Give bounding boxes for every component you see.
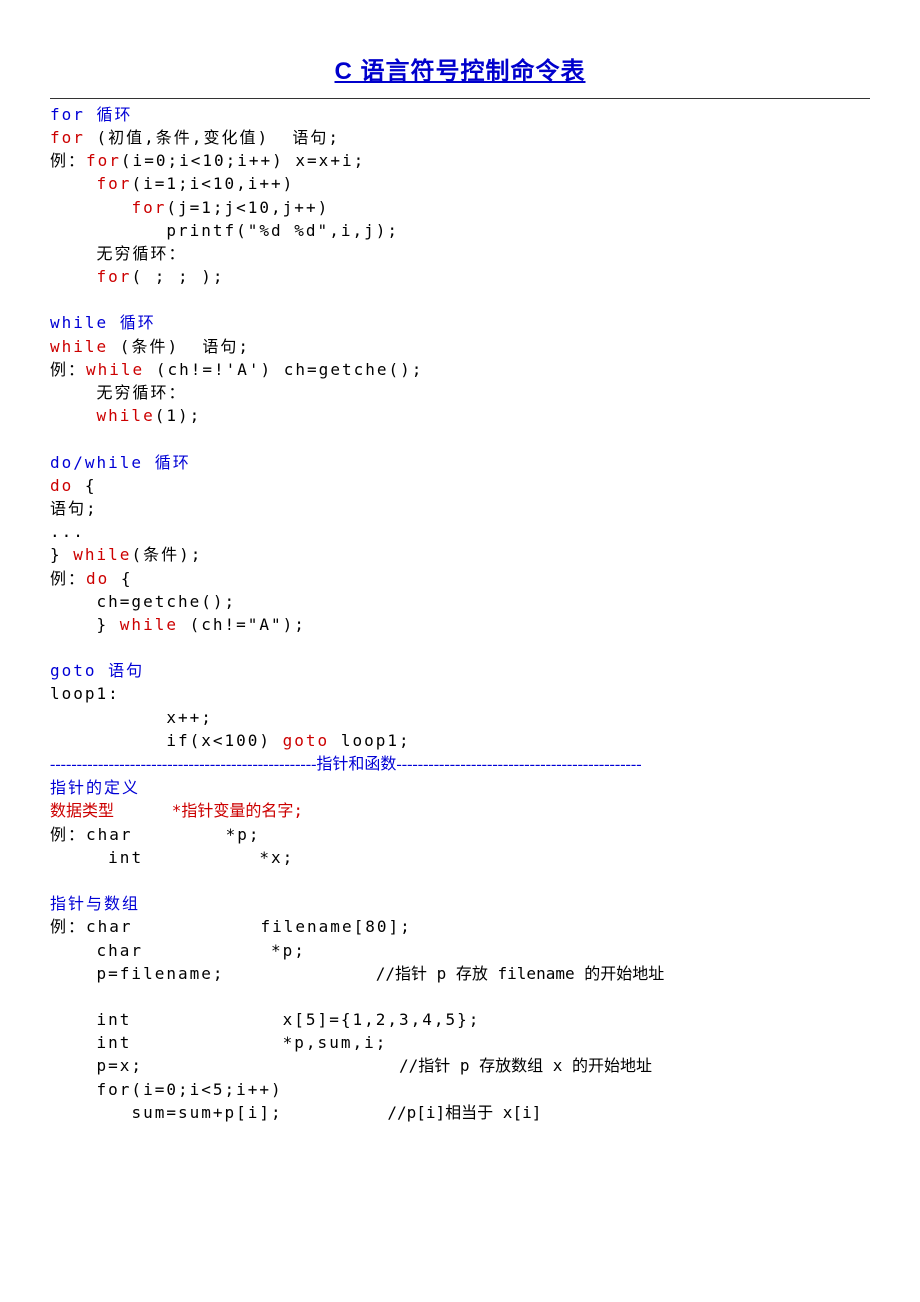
ptrarr-l2: char *p; bbox=[97, 941, 306, 960]
for-ex1-rest: (i=0;i<10;i++) x=x+i; bbox=[121, 151, 365, 170]
for-ex4: printf("%d %d",i,j); bbox=[166, 221, 399, 240]
ptrarr-l8c: //p[i]相当于 x[i] bbox=[387, 1103, 541, 1122]
do-ex-do: do bbox=[86, 569, 109, 588]
while-ex1-kw: while bbox=[86, 360, 144, 379]
ptrarr-l5: int *p,sum,i; bbox=[97, 1033, 388, 1052]
for-inf-label: 无穷循环： bbox=[97, 244, 187, 263]
for-rest: (初值,条件,变化值) 语句; bbox=[85, 128, 340, 147]
do-ex-while: while bbox=[120, 615, 178, 634]
goto-l1: loop1: bbox=[50, 684, 120, 703]
ptrdef-syntax: 数据类型 *指针变量的名字; bbox=[50, 801, 303, 820]
while-inf-rest: (1); bbox=[155, 406, 202, 425]
for-ex3-kw: for bbox=[131, 198, 166, 217]
while-inf-label: 无穷循环： bbox=[97, 383, 187, 402]
goto-kw: goto bbox=[283, 731, 330, 750]
for-kw: for bbox=[50, 128, 85, 147]
while-rest: (条件) 语句; bbox=[108, 337, 250, 356]
ptrarr-l8a: sum=sum+p[i]; bbox=[131, 1103, 282, 1122]
ptrarr-ex-label: 例： bbox=[50, 917, 86, 936]
do-ex-label: 例： bbox=[50, 569, 86, 588]
for-ex1-kw: for bbox=[86, 151, 121, 170]
while-ex1-rest: (ch!=!'A') ch=getche(); bbox=[144, 360, 423, 379]
while-heading: while 循环 bbox=[50, 313, 156, 332]
do-brace: { bbox=[73, 476, 96, 495]
dowhile-heading: do/while 循环 bbox=[50, 453, 191, 472]
do-kw: do bbox=[50, 476, 73, 495]
ptrarr-heading: 指针与数组 bbox=[50, 894, 140, 913]
for-inf-kw: for bbox=[97, 267, 132, 286]
for-inf-rest: ( ; ; ); bbox=[131, 267, 224, 286]
for-ex2-kw: for bbox=[97, 174, 132, 193]
do-ex-cond: (ch!="A"); bbox=[178, 615, 306, 634]
ptrdef-ex2: int *x; bbox=[108, 848, 294, 867]
do-ex-brace: { bbox=[109, 569, 132, 588]
ptrarr-l6a: p=x; bbox=[97, 1056, 144, 1075]
divider-label: 指针和函数 bbox=[316, 756, 396, 773]
do-cond: (条件); bbox=[131, 545, 202, 564]
do-ex-close: } bbox=[97, 615, 120, 634]
document-body: for 循环 for (初值,条件,变化值) 语句; 例：for(i=0;i<1… bbox=[50, 103, 870, 1124]
ptrarr-l4: int x[5]={1,2,3,4,5}; bbox=[97, 1010, 481, 1029]
while-kw: while bbox=[50, 337, 108, 356]
while-ex-label: 例： bbox=[50, 360, 86, 379]
goto-l3a: if(x<100) bbox=[166, 731, 282, 750]
do-ex-body: ch=getche(); bbox=[97, 592, 237, 611]
ptrarr-l3a: p=filename; bbox=[97, 964, 225, 983]
goto-heading: goto 语句 bbox=[50, 661, 144, 680]
do-close: } bbox=[50, 545, 73, 564]
section-divider: ----------------------------------------… bbox=[50, 756, 642, 773]
do-while-kw: while bbox=[73, 545, 131, 564]
do-dots: ... bbox=[50, 522, 85, 541]
ptrdef-heading: 指针的定义 bbox=[50, 778, 140, 797]
ptrdef-ex-label: 例： bbox=[50, 825, 86, 844]
dash-right: ----------------------------------------… bbox=[396, 756, 641, 773]
page-title: C 语言符号控制命令表 bbox=[50, 55, 870, 90]
for-ex-label: 例： bbox=[50, 151, 86, 170]
while-inf-kw: while bbox=[97, 406, 155, 425]
goto-l2: x++; bbox=[166, 708, 213, 727]
do-stmt: 语句; bbox=[50, 499, 98, 518]
ptrarr-l3c: //指针 p 存放 filename 的开始地址 bbox=[376, 964, 665, 983]
ptrarr-l7: for(i=0;i<5;i++) bbox=[97, 1080, 283, 1099]
for-ex3-rest: (j=1;j<10,j++) bbox=[166, 198, 329, 217]
ptrarr-l6c: //指针 p 存放数组 x 的开始地址 bbox=[399, 1056, 652, 1075]
title-underline bbox=[50, 98, 870, 99]
ptrarr-l1: char filename[80]; bbox=[86, 917, 412, 936]
dash-left: ----------------------------------------… bbox=[50, 756, 316, 773]
ptrdef-ex1: char *p; bbox=[86, 825, 261, 844]
goto-l3b: loop1; bbox=[329, 731, 410, 750]
for-ex2-rest: (i=1;i<10,i++) bbox=[131, 174, 294, 193]
for-heading: for 循环 bbox=[50, 105, 133, 124]
